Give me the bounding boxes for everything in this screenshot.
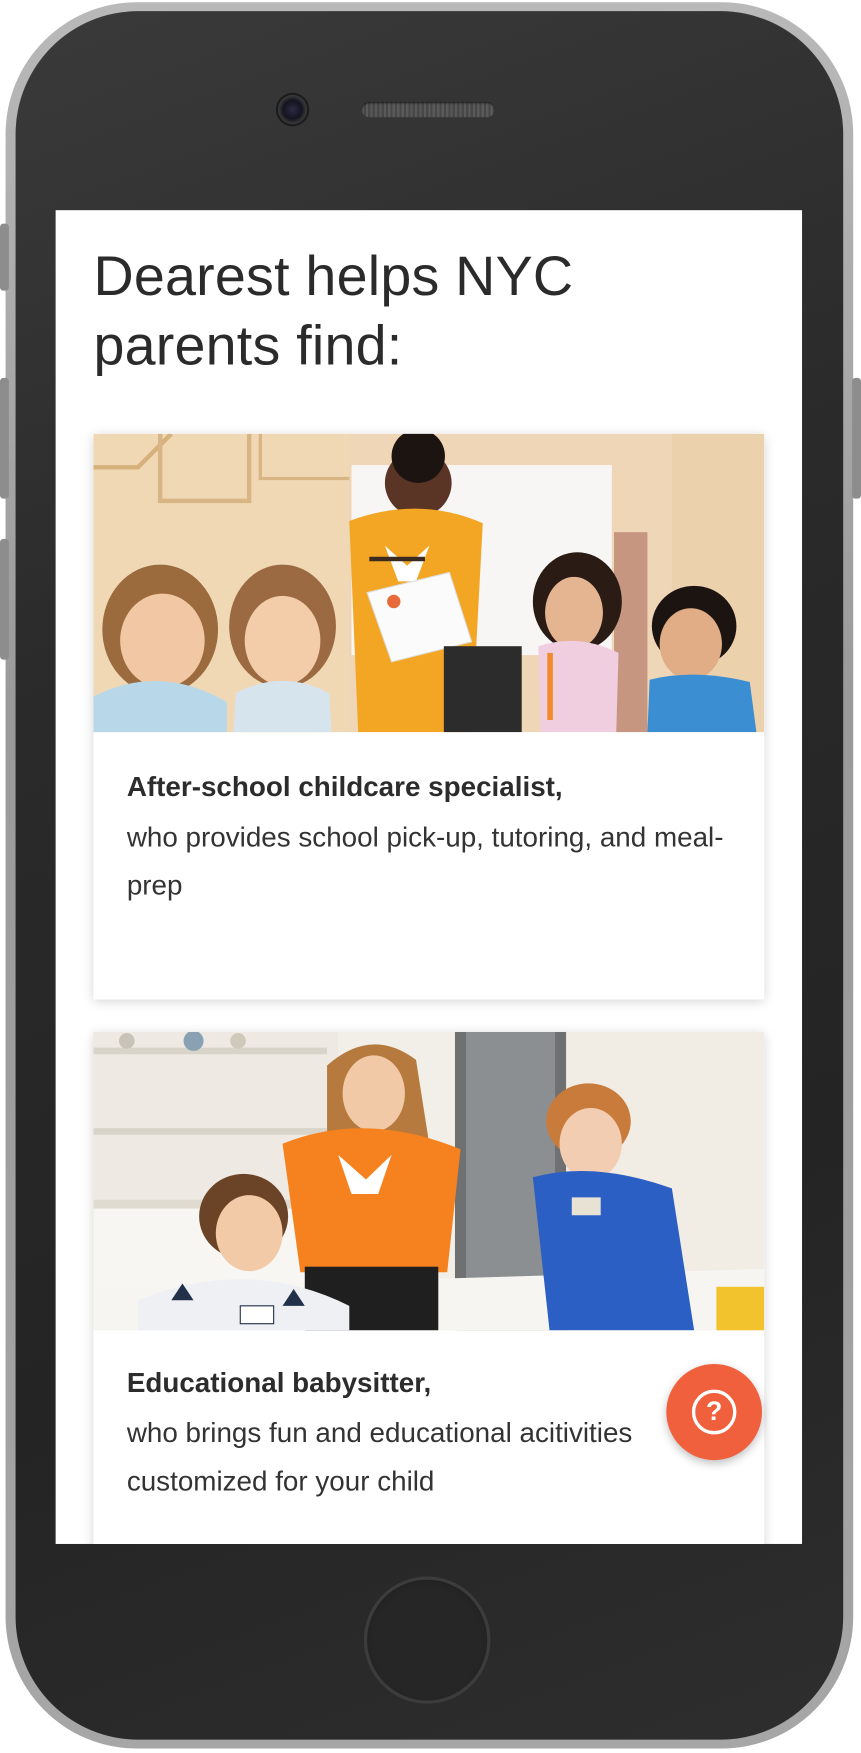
page-title: Dearest helps NYC parents find: (93, 244, 574, 377)
service-card[interactable]: After-school childcare specialist, who p… (93, 433, 765, 1000)
phone-screen: Dearest helps NYC parents find: After-sc… (55, 210, 803, 1544)
children-activity-photo (93, 1031, 765, 1331)
question-mark-icon: ? (691, 1389, 737, 1435)
service-card[interactable]: Educational babysitter, who brings fun a… (93, 1031, 765, 1544)
card-description: who provides school pick-up, tutoring, a… (126, 821, 724, 902)
card-description: who brings fun and educational acitiviti… (126, 1417, 633, 1498)
volume-down-button (0, 538, 9, 660)
card-title: Educational babysitter, (126, 1367, 432, 1399)
mute-switch (0, 223, 9, 291)
power-button (852, 377, 861, 499)
children-drawing-photo (93, 433, 765, 733)
volume-up-button (0, 377, 9, 499)
front-camera-icon (278, 95, 308, 125)
home-button[interactable] (363, 1576, 491, 1704)
phone-frame: Dearest helps NYC parents find: After-sc… (0, 0, 861, 1753)
card-title: After-school childcare specialist, (126, 771, 563, 803)
help-button[interactable]: ? (666, 1363, 762, 1461)
device-mockup: Dearest helps NYC parents find: After-sc… (0, 0, 861, 1753)
earpiece-speaker (361, 101, 496, 118)
